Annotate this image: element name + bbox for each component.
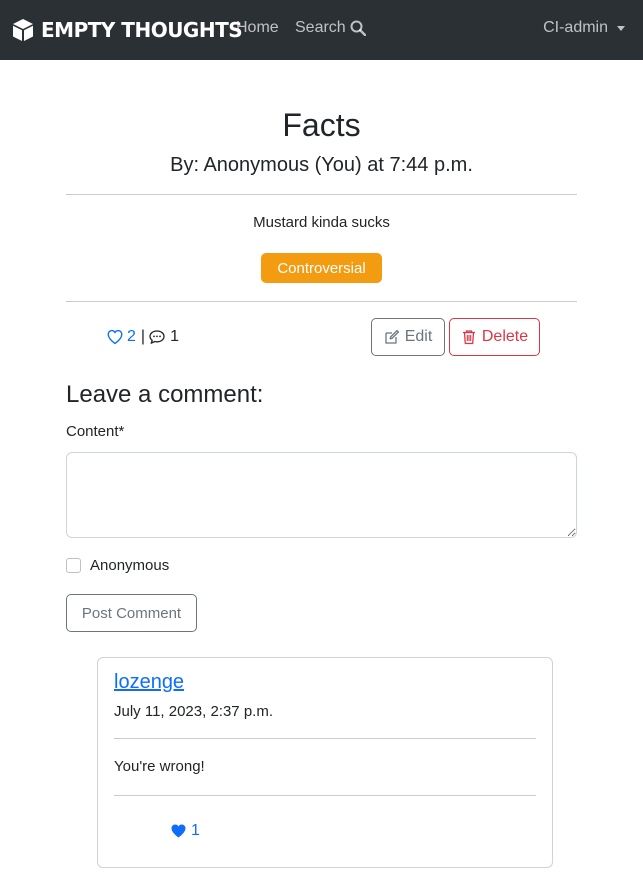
delete-button-label: Delete	[481, 328, 529, 345]
comment-content-field[interactable]	[66, 452, 577, 538]
tag-badge[interactable]: Controversial	[261, 253, 382, 283]
chat-icon	[149, 330, 165, 344]
anonymous-option: Anonymous	[66, 557, 169, 574]
brand-name: EMPTY THOUGHTS	[41, 18, 243, 42]
post-content: Mustard kinda sucks	[253, 214, 390, 231]
post-divider-top	[66, 194, 577, 195]
comment-date: July 11, 2023, 2:37 p.m.	[114, 703, 273, 720]
comment-divider-top	[114, 738, 536, 739]
nav-search-label: Search	[295, 19, 346, 36]
post-byline: By: Anonymous (You) at 7:44 p.m.	[170, 154, 473, 176]
post-title: Facts	[282, 107, 361, 143]
brand-link[interactable]: EMPTY THOUGHTS	[12, 16, 243, 44]
comment-divider-bottom	[114, 795, 536, 796]
like-count: 2	[127, 328, 136, 345]
stats-separator: |	[140, 328, 146, 345]
edit-button-label: Edit	[404, 328, 433, 345]
trash-icon	[462, 330, 475, 345]
cube-icon	[13, 19, 33, 41]
nav-search-link[interactable]: Search	[295, 19, 366, 37]
comment-author-link[interactable]: lozenge	[114, 671, 184, 694]
post-comment-button[interactable]: Post Comment	[66, 594, 197, 632]
navbar: EMPTY THOUGHTS Home Search CI-admin	[0, 0, 643, 60]
comment-form-heading: Leave a comment:	[66, 381, 264, 408]
post-divider-bottom	[66, 301, 577, 302]
post-stats: 2 | 1	[107, 328, 179, 346]
comment-like-count: 1	[191, 822, 200, 839]
edit-button[interactable]: Edit	[371, 318, 445, 356]
heart-filled-icon	[171, 824, 186, 838]
anonymous-checkbox[interactable]	[66, 558, 81, 573]
delete-button[interactable]: Delete	[449, 318, 540, 356]
caret-down-icon	[617, 25, 625, 31]
comment-count: 1	[170, 328, 179, 345]
user-menu-label: CI-admin	[543, 19, 608, 36]
comment-card: lozenge July 11, 2023, 2:37 p.m. You're …	[97, 657, 553, 868]
anonymous-label[interactable]: Anonymous	[90, 557, 169, 574]
edit-icon	[385, 329, 399, 344]
user-menu-toggle[interactable]: CI-admin	[543, 19, 625, 37]
comment-body: You're wrong!	[114, 758, 205, 775]
heart-outline-icon[interactable]	[107, 329, 123, 345]
search-icon	[350, 20, 366, 36]
nav-home-link[interactable]: Home	[236, 19, 279, 37]
comment-like-button[interactable]: 1	[170, 822, 200, 840]
content-label: Content*	[66, 423, 125, 440]
